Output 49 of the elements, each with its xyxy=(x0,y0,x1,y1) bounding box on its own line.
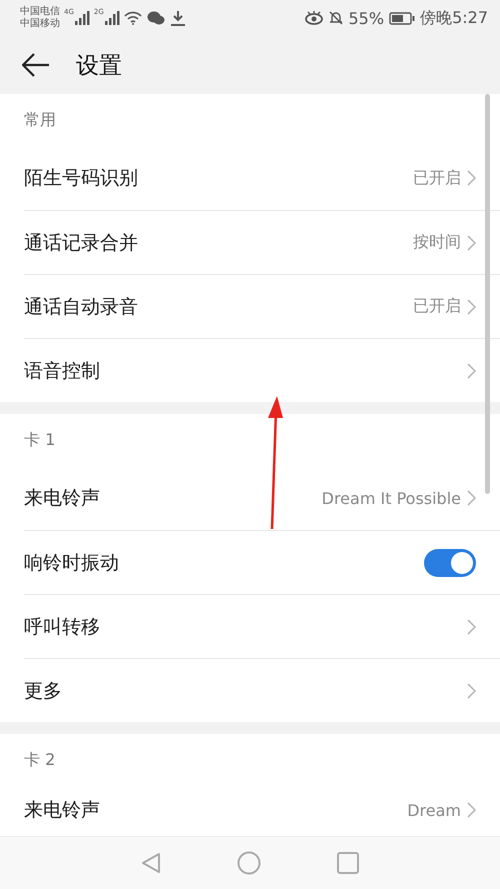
row-value: Dream xyxy=(407,800,461,820)
settings-row[interactable]: 呼叫转移 xyxy=(24,594,500,658)
chevron-icon xyxy=(467,618,476,634)
settings-row[interactable]: 响铃时振动 xyxy=(24,530,500,594)
chevron-icon xyxy=(467,682,476,698)
chevron-icon xyxy=(467,490,476,506)
wifi-icon xyxy=(124,11,142,25)
carrier-name: 中国电信 xyxy=(20,6,60,18)
section-title: 卡 1 xyxy=(24,430,56,450)
chat-icon xyxy=(146,11,165,25)
muted-bell-icon xyxy=(328,10,344,26)
row-value: Dream It Possible xyxy=(322,488,461,508)
chevron-icon xyxy=(467,234,476,250)
home-icon[interactable] xyxy=(237,851,261,875)
row-label: 响铃时振动 xyxy=(24,550,119,576)
page-title: 设置 xyxy=(76,52,122,80)
row-label: 陌生号码识别 xyxy=(24,166,138,191)
row-value: 已开启 xyxy=(413,296,461,317)
row-value: 按时间 xyxy=(413,232,461,253)
battery-icon xyxy=(389,12,416,24)
section-title: 常用 xyxy=(24,110,56,130)
settings-row[interactable]: 来电铃声 Dream xyxy=(24,786,500,834)
chevron-icon xyxy=(467,298,476,314)
signal-icon xyxy=(74,11,90,25)
row-label: 通话自动录音 xyxy=(24,294,138,320)
clock-time: 傍晚5:27 xyxy=(420,8,488,28)
row-label: 更多 xyxy=(24,678,62,704)
recents-icon[interactable] xyxy=(337,852,359,874)
signal-icon xyxy=(104,11,120,25)
row-label: 来电铃声 xyxy=(24,486,100,511)
section-title: 卡 2 xyxy=(24,750,56,770)
back-arrow-icon[interactable] xyxy=(22,53,50,77)
toggle-switch[interactable] xyxy=(424,548,476,576)
carrier-name: 中国移动 xyxy=(20,18,60,30)
battery-percent: 55% xyxy=(348,8,384,28)
chevron-icon xyxy=(467,362,476,378)
row-value: 已开启 xyxy=(413,168,461,188)
row-label: 通话记录合并 xyxy=(24,230,138,256)
download-icon xyxy=(170,10,186,26)
settings-row[interactable]: 陌生号码识别 已开启 xyxy=(24,146,500,210)
back-icon[interactable] xyxy=(141,852,161,874)
settings-row[interactable]: 更多 xyxy=(24,658,500,722)
chevron-icon xyxy=(467,802,476,818)
eye-icon xyxy=(304,11,322,25)
row-label: 呼叫转移 xyxy=(24,614,100,640)
row-label: 语音控制 xyxy=(24,358,100,384)
row-label: 来电铃声 xyxy=(24,798,100,823)
settings-row[interactable]: 来电铃声 Dream It Possible xyxy=(24,466,500,530)
chevron-icon xyxy=(467,170,476,186)
